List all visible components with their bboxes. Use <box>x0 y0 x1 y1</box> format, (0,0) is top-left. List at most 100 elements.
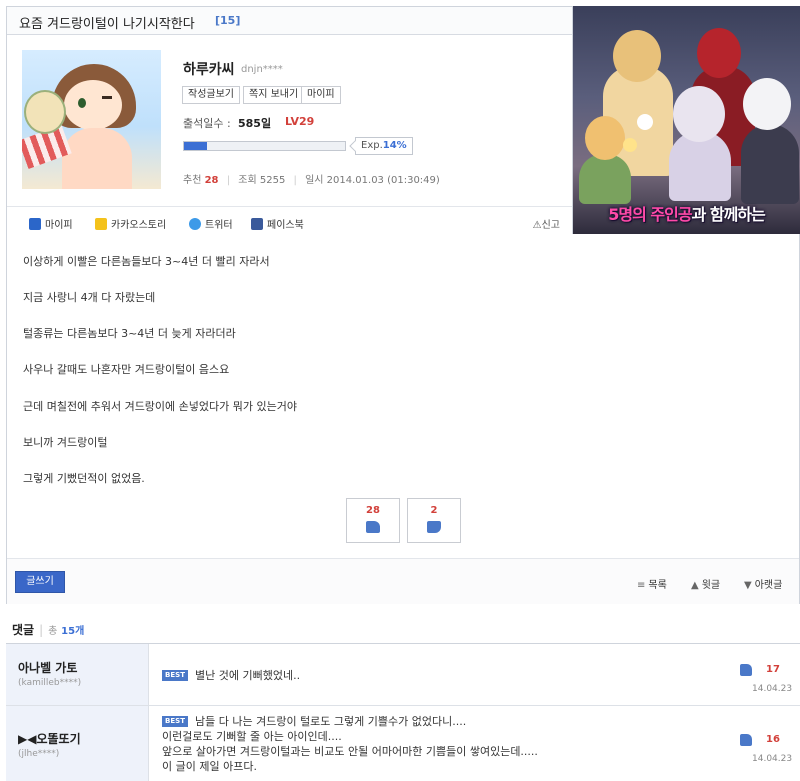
comments-list: 아나벨 가토 (kamilleb****) BEST 별난 것에 기뻐했었네..… <box>6 643 800 781</box>
mypi-icon <box>29 218 41 230</box>
list-icon: ≡ <box>637 580 646 591</box>
banner-caption-rest: 과 함께하는 <box>691 205 766 224</box>
twitter-icon <box>189 218 201 230</box>
banner-character <box>741 124 799 204</box>
comments-header: 댓글 | 총 15개 <box>12 621 84 638</box>
avatar-body <box>62 128 132 189</box>
comment-date: 14.04.23 <box>752 754 793 764</box>
comment-text-line: 남들 다 나는 겨드랑이 털로도 그렇게 기쁠수가 없었다니.... <box>195 715 467 728</box>
game-ad-banner[interactable]: 5명의 주인공과 함께하는 <box>573 6 800 235</box>
comments-divider: | <box>39 623 44 637</box>
banner-flower <box>623 138 637 152</box>
post-body-panel: 이상하게 이빨은 다른놈들보다 3~4년 더 빨리 자라서 지금 사랑니 4개 … <box>6 234 800 604</box>
comment-likes: 17 <box>766 664 780 675</box>
stats-divider: | <box>226 175 231 186</box>
body-line: 지금 사랑니 4개 다 자랐는데 <box>23 291 156 304</box>
share-kakao-label: 카카오스토리 <box>111 220 167 231</box>
comment-likes: 16 <box>766 734 780 745</box>
share-twitter-label: 트위터 <box>205 220 233 231</box>
comment-author-name[interactable]: 아나벨 가토 <box>18 659 77 676</box>
thumb-up-icon[interactable] <box>740 664 752 676</box>
author-avatar[interactable] <box>22 50 161 189</box>
banner-character-head <box>673 86 725 142</box>
downvote-button[interactable]: 2 <box>407 498 461 543</box>
attendance-value: 585일 <box>238 117 272 130</box>
body-line: 근데 며칠전에 추워서 겨드랑이에 손넣었다가 뭐가 있는거야 <box>23 400 297 413</box>
banner-character-head <box>743 78 791 130</box>
share-mypi-label: 마이피 <box>45 220 73 231</box>
exp-label: Exp. <box>361 140 383 151</box>
level-badge: LV29 <box>285 115 315 128</box>
comments-total-label: 총 <box>48 626 58 637</box>
best-badge: BEST <box>162 670 188 681</box>
banner-flower <box>637 114 653 130</box>
share-bar: 마이피 카카오스토리 트위터 페이스북 ⚠신고 <box>7 206 572 236</box>
avatar-eye <box>78 98 86 108</box>
banner-character-head <box>613 30 661 82</box>
banner-caption: 5명의 주인공과 함께하는 <box>573 201 800 225</box>
author-id: dnjn**** <box>241 64 283 75</box>
thumb-down-icon <box>427 521 441 533</box>
comment-date: 14.04.23 <box>752 684 793 694</box>
banner-character-head <box>697 28 741 78</box>
comment-author-cell: 아나벨 가토 (kamilleb****) <box>6 644 149 705</box>
exp-progress-fill <box>184 142 207 150</box>
view-posts-button[interactable]: 작성글보기 <box>182 86 240 104</box>
avatar-mask <box>24 90 66 134</box>
avatar-wink <box>102 96 112 99</box>
next-label: 아랫글 <box>754 580 783 591</box>
body-line: 그렇게 기뻤던적이 없었음. <box>23 472 145 485</box>
list-button[interactable]: ≡ 목록 <box>637 576 667 591</box>
report-button[interactable]: ⚠신고 <box>533 216 560 231</box>
caret-up-icon: ▲ <box>691 580 699 591</box>
post-action-bar: 글쓰기 ≡ 목록 ▲ 윗글 ▼ 아랫글 <box>7 558 799 604</box>
downvote-count: 2 <box>430 505 438 516</box>
comment-author-name[interactable]: ▶◀오똘또기 <box>18 730 81 747</box>
post-header-panel: 요즘 겨드랑이털이 나기시작한다 [15] 하루카씨 dnjn**** 작성글보… <box>6 6 573 235</box>
next-post-button[interactable]: ▼ 아랫글 <box>744 576 782 591</box>
author-name[interactable]: 하루카씨 <box>183 59 235 79</box>
share-mypi-button[interactable]: 마이피 <box>29 216 73 231</box>
comment-text: 별난 것에 기뻐했었네.. <box>195 669 301 682</box>
comment-author-id: (kamilleb****) <box>18 678 82 688</box>
stats-divider: | <box>293 175 297 186</box>
upvote-button[interactable]: 28 <box>346 498 400 543</box>
post-title-bar: 요즘 겨드랑이털이 나기시작한다 [15] <box>7 7 572 35</box>
post-stats: 추천 28 | 조회 5255 | 일시 2014.01.03 (01:30:4… <box>183 171 440 186</box>
share-kakaostory-button[interactable]: 카카오스토리 <box>95 216 166 231</box>
prev-post-button[interactable]: ▲ 윗글 <box>691 576 720 591</box>
comment-text-line: 앞으로 살아가면 겨드랑이털과는 비교도 안될 어마어마한 기쁨들이 쌓여있는데… <box>162 745 538 758</box>
post-title: 요즘 겨드랑이털이 나기시작한다 <box>19 17 195 32</box>
comment-author-cell: ▶◀오똘또기 (jlhe****) <box>6 706 149 781</box>
share-facebook-button[interactable]: 페이스북 <box>251 216 304 231</box>
exp-progress-bar <box>183 141 346 151</box>
report-label: 신고 <box>541 220 560 231</box>
share-twitter-button[interactable]: 트위터 <box>189 216 233 231</box>
body-line: 이상하게 이빨은 다른놈들보다 3~4년 더 빨리 자라서 <box>23 255 270 268</box>
facebook-icon <box>251 218 263 230</box>
thumb-up-icon[interactable] <box>740 734 752 746</box>
recommend-label: 추천 <box>183 175 202 186</box>
comment-author-id: (jlhe****) <box>18 749 60 759</box>
kakaostory-icon <box>95 218 107 230</box>
send-message-button[interactable]: 쪽지 보내기 <box>243 86 305 104</box>
caret-down-icon: ▼ <box>744 580 752 591</box>
datetime-label: 일시 <box>305 175 324 186</box>
mypi-button[interactable]: 마이피 <box>301 86 341 104</box>
list-label: 목록 <box>648 580 667 591</box>
avatar-face <box>64 80 122 130</box>
banner-character <box>579 154 631 204</box>
recommend-value: 28 <box>204 175 219 186</box>
write-button[interactable]: 글쓰기 <box>15 571 65 593</box>
body-line: 보니까 겨드랑이털 <box>23 436 108 449</box>
body-line: 털종류는 다른놈보다 3~4년 더 늦게 자라더라 <box>23 327 236 340</box>
comment-text-line: 이 글이 제일 아프다. <box>162 760 257 773</box>
comments-title: 댓글 <box>12 623 35 637</box>
best-badge: BEST <box>162 716 188 727</box>
views-value: 5255 <box>259 175 286 186</box>
comment-row: ▶◀오똘또기 (jlhe****) BEST 남들 다 나는 겨드랑이 털로도 … <box>6 706 800 781</box>
attendance-label: 출석일수 : <box>183 117 231 130</box>
siren-icon: ⚠ <box>532 220 542 231</box>
datetime-value: 2014.01.03 (01:30:49) <box>326 175 440 186</box>
comment-count-badge[interactable]: [15] <box>215 14 240 27</box>
